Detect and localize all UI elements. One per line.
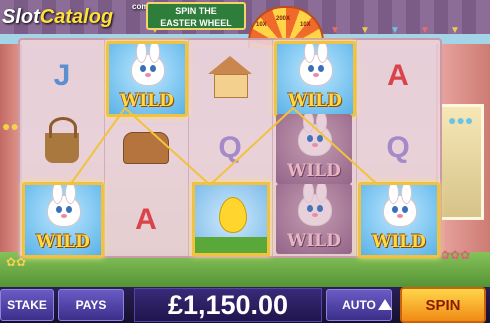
auto-label: AUTO bbox=[342, 298, 376, 312]
spin-button[interactable]: SPIN bbox=[400, 287, 486, 323]
pays-button[interactable]: PAYS bbox=[58, 289, 124, 321]
win-balance-display: £1,150.00 bbox=[134, 288, 322, 322]
stake-button[interactable]: STAKE bbox=[0, 289, 54, 321]
payline-path bbox=[69, 106, 379, 187]
winning-payline bbox=[69, 106, 379, 187]
auto-up-arrow-icon[interactable] bbox=[378, 299, 392, 310]
game-scene: ▼ ▼ ▼ ▼ ▼ ▼ ✿✿✿ ✿✿ ●●● ●● SlotCatalog co… bbox=[0, 0, 490, 323]
